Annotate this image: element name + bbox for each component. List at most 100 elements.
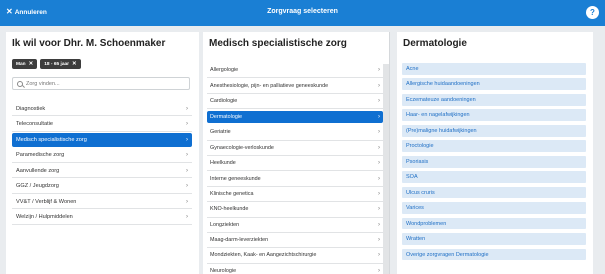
- topic-item[interactable]: Varices: [402, 202, 586, 214]
- chevron-right-icon: ›: [186, 152, 188, 158]
- topic-item[interactable]: Wratten: [402, 233, 586, 245]
- category-item-label: Welzijn / Hulpmiddelen: [16, 214, 73, 220]
- chevron-right-icon: ›: [378, 82, 380, 89]
- category-item[interactable]: Welzijn / Hulpmiddelen ›: [12, 211, 192, 225]
- specialism-item[interactable]: Allergologie ›: [207, 63, 383, 79]
- topic-item[interactable]: Overige zorgvragen Dermatologie: [402, 248, 586, 261]
- specialism-item-label: Klinische genetica: [210, 190, 254, 197]
- specialism-item-label: Cardiologie: [210, 97, 238, 104]
- chevron-right-icon: ›: [378, 237, 380, 244]
- category-item[interactable]: Aanvullende zorg ›: [12, 164, 192, 178]
- specialism-item[interactable]: Dermatologie ›: [207, 111, 383, 124]
- category-item-label: Medisch specialistische zorg: [16, 137, 87, 143]
- topic-item[interactable]: Wondproblemen: [402, 217, 586, 230]
- chevron-right-icon: ›: [186, 198, 188, 205]
- chevron-right-icon: ›: [186, 214, 188, 220]
- specialism-item[interactable]: Cardiologie ›: [207, 94, 383, 110]
- category-item[interactable]: Medisch specialistische zorg ›: [12, 133, 192, 147]
- topic-item-label: SOA: [406, 174, 418, 181]
- topic-item-label: Wondproblemen: [406, 220, 447, 227]
- specialism-item[interactable]: Klinische genetica ›: [207, 187, 383, 203]
- category-item-label: Paramedische zorg: [16, 152, 65, 158]
- scrollbar[interactable]: [383, 64, 389, 274]
- chevron-right-icon: ›: [378, 144, 380, 151]
- topic-item-label: Haar- en nagelafwijkingen: [406, 112, 470, 119]
- chevron-right-icon: ›: [378, 67, 380, 74]
- specialism-item[interactable]: Heelkunde ›: [207, 156, 383, 172]
- search-icon: [17, 80, 23, 87]
- category-list: Diagnostiek › Teleconsultatie › Medisch spec…: [12, 102, 192, 226]
- filter-chip-gender[interactable]: Man ✕: [12, 59, 38, 69]
- topic-item-label: Acne: [406, 65, 419, 72]
- specialism-item-label: Neurologie: [210, 267, 237, 274]
- chevron-right-icon: ›: [378, 129, 380, 136]
- topic-list: Acne Allergische huidaandoeningen Eczemate…: [402, 63, 586, 264]
- chevron-right-icon: ›: [378, 267, 380, 274]
- column-title-patient: Ik wil voor Dhr. M. Schoenmaker: [12, 38, 166, 49]
- specialism-item[interactable]: Gynaecologie-verloskunde ›: [207, 141, 383, 156]
- chevron-right-icon: ›: [378, 206, 380, 213]
- specialism-item[interactable]: Neurologie ›: [207, 264, 383, 274]
- chevron-right-icon: ›: [378, 160, 380, 167]
- chevron-right-icon: ›: [378, 114, 380, 121]
- specialism-item[interactable]: Anesthesiologie, pijn- en palliatieve ge…: [207, 78, 383, 94]
- close-icon[interactable]: ✕: [29, 61, 34, 67]
- specialism-item[interactable]: KNO-heelkunde ›: [207, 202, 383, 218]
- chevron-right-icon: ›: [186, 137, 188, 143]
- topic-item[interactable]: SOA: [402, 171, 586, 183]
- filter-chip-age[interactable]: 18 - 65 jaar ✕: [40, 59, 81, 69]
- search-box: [12, 77, 190, 90]
- column-title-topic: Dermatologie: [403, 38, 467, 49]
- chevron-right-icon: ›: [186, 121, 188, 127]
- category-item-label: VV&T / Verblijf & Wonen: [16, 198, 77, 205]
- specialism-item[interactable]: Mondziekten, Kaak- en Aangezichtschirurg…: [207, 248, 383, 264]
- chevron-right-icon: ›: [378, 190, 380, 197]
- chip-label: 18 - 65 jaar: [44, 61, 70, 67]
- close-icon[interactable]: ✕: [72, 61, 77, 67]
- chevron-right-icon: ›: [186, 105, 188, 112]
- specialism-item-label: Gynaecologie-verloskunde: [210, 144, 274, 151]
- chevron-right-icon: ›: [378, 97, 380, 104]
- top-bar: ✕ Annuleren Zorgvraag selecteren ?: [0, 0, 605, 26]
- specialism-item-label: Allergologie: [210, 67, 239, 74]
- specialism-item[interactable]: Interne geneeskunde ›: [207, 171, 383, 187]
- specialism-item[interactable]: Longziekten ›: [207, 218, 383, 233]
- specialism-item-label: KNO-heelkunde: [210, 206, 249, 213]
- page-title: Zorgvraag selecteren: [267, 8, 338, 15]
- chevron-right-icon: ›: [378, 221, 380, 228]
- specialism-item-label: Geriatrie: [210, 129, 231, 136]
- topic-item[interactable]: Allergische huidaandoeningen: [402, 78, 586, 91]
- help-icon[interactable]: ?: [586, 6, 599, 19]
- specialism-column: Medisch specialistische zorg Allergologi…: [203, 32, 390, 274]
- specialism-item[interactable]: Geriatrie ›: [207, 125, 383, 141]
- column-title-specialism: Medisch specialistische zorg: [209, 38, 347, 49]
- specialism-item-label: Mondziekten, Kaak- en Aangezichtschirurg…: [210, 252, 317, 259]
- specialism-item-label: Longziekten: [210, 221, 240, 228]
- category-item-label: Diagnostiek: [16, 105, 46, 112]
- category-item[interactable]: Teleconsultatie ›: [12, 118, 192, 132]
- topic-item[interactable]: Proctologie: [402, 140, 586, 153]
- category-item-label: GGZ / Jeugdzorg: [16, 183, 59, 189]
- specialism-list: Allergologie › Anesthesiologie, pijn- en p…: [207, 63, 383, 274]
- category-item-label: Aanvullende zorg: [16, 167, 60, 174]
- topic-item[interactable]: Haar- en nagelafwijkingen: [402, 109, 586, 122]
- specialism-item[interactable]: Maag-darm-leverziekten ›: [207, 233, 383, 249]
- category-item[interactable]: Paramedische zorg ›: [12, 149, 192, 163]
- topic-item[interactable]: Ulcus cruris: [402, 186, 586, 199]
- topic-item[interactable]: Acne: [402, 63, 586, 75]
- category-item[interactable]: Diagnostiek ›: [12, 102, 192, 116]
- topic-item-label: Varices: [406, 205, 424, 212]
- chevron-right-icon: ›: [186, 167, 188, 174]
- topic-item[interactable]: (Pre)maligne huidafwijkingen: [402, 124, 586, 137]
- patient-column: Ik wil voor Dhr. M. Schoenmaker Man ✕ 18…: [6, 32, 199, 274]
- specialism-item-label: Interne geneeskunde: [210, 175, 261, 182]
- specialism-item-label: Heelkunde: [210, 160, 236, 167]
- category-item[interactable]: GGZ / Jeugdzorg ›: [12, 180, 192, 194]
- topic-item[interactable]: Eczemateuze aandoeningen: [402, 93, 586, 106]
- topic-item[interactable]: Psoriasis: [402, 155, 586, 168]
- chevron-right-icon: ›: [186, 183, 188, 189]
- category-item[interactable]: VV&T / Verblijf & Wonen ›: [12, 195, 192, 209]
- specialism-item-label: Dermatologie: [210, 114, 243, 121]
- search-input[interactable]: [26, 80, 176, 87]
- chevron-right-icon: ›: [378, 252, 380, 259]
